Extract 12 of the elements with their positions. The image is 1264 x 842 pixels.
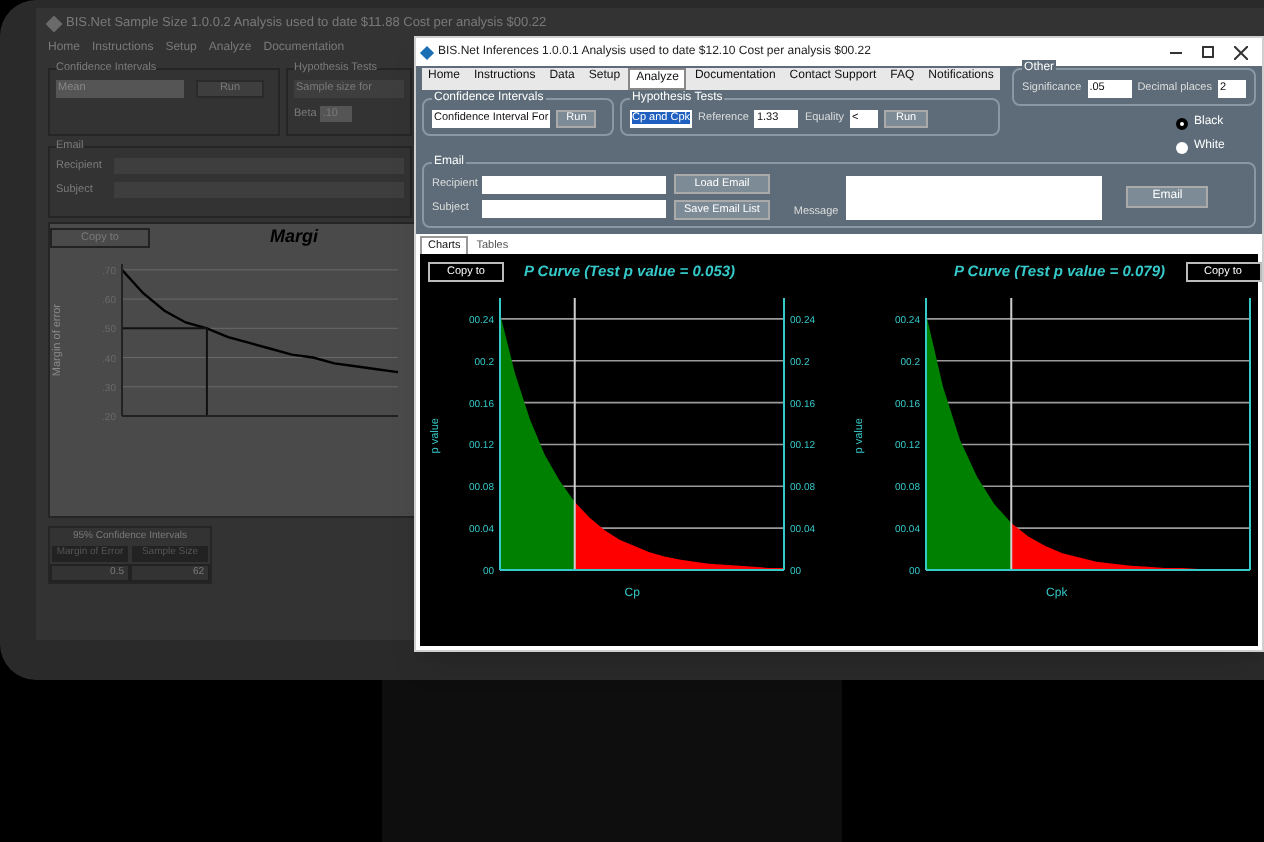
message-field[interactable] bbox=[846, 175, 1103, 219]
close-icon[interactable] bbox=[1234, 45, 1248, 59]
input-field[interactable] bbox=[482, 200, 666, 218]
input-field[interactable] bbox=[482, 176, 666, 194]
maximize-icon[interactable] bbox=[1202, 46, 1214, 58]
radio-button[interactable] bbox=[1176, 117, 1188, 129]
reference-line bbox=[121, 326, 209, 416]
app-logo-icon bbox=[45, 15, 63, 33]
radio-button[interactable] bbox=[1176, 141, 1188, 153]
app-logo-icon bbox=[419, 44, 435, 60]
chart-title: Margi bbox=[270, 224, 319, 250]
minimize-icon[interactable] bbox=[1170, 51, 1182, 53]
